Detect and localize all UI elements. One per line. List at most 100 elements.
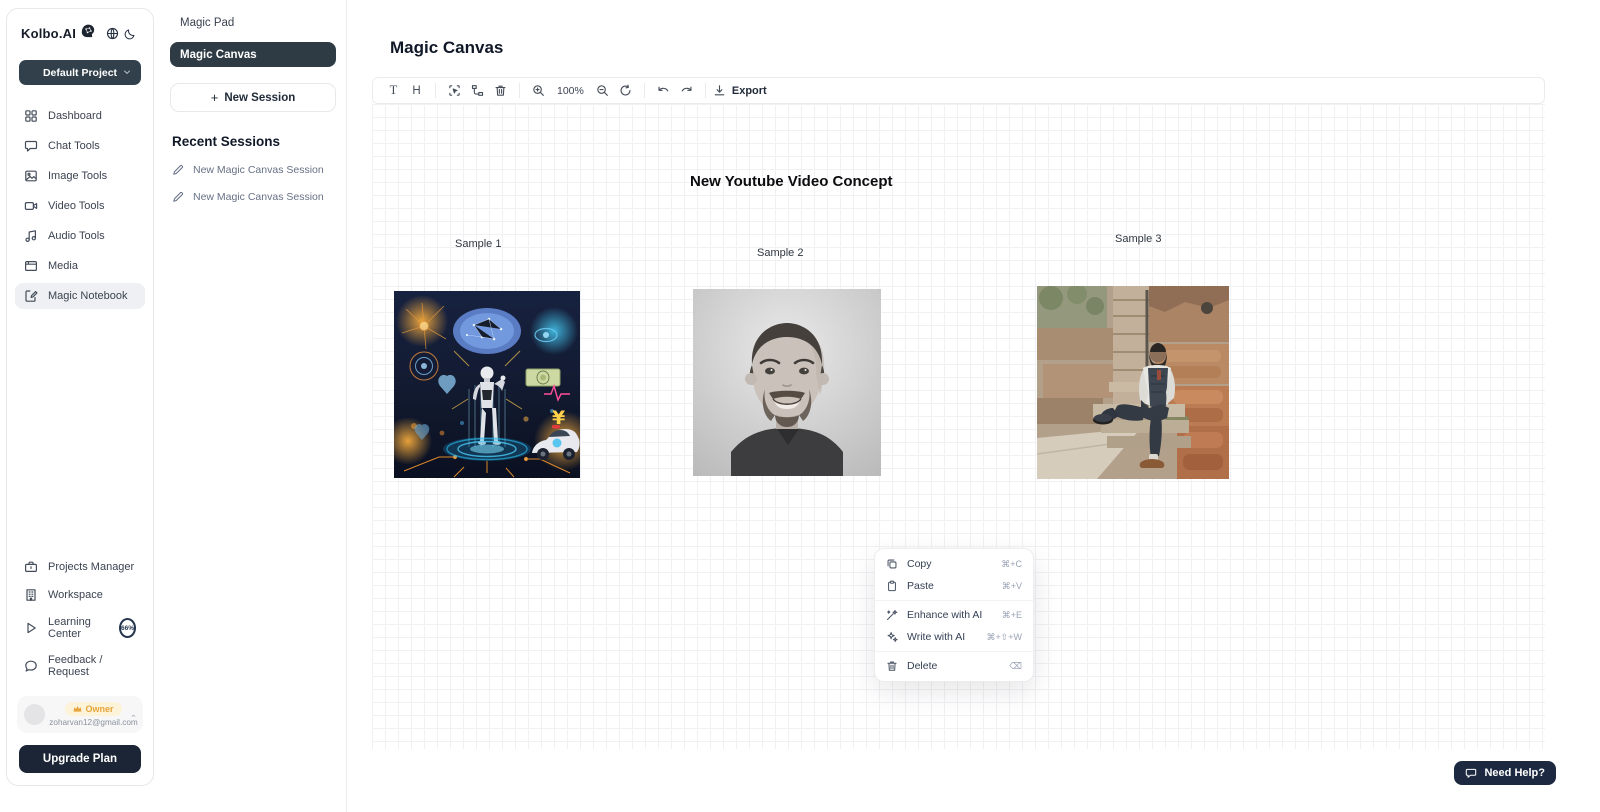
sidebar-item-video-tools[interactable]: Video Tools	[15, 193, 145, 219]
delete-tool-button[interactable]	[489, 81, 512, 100]
shortcut-hint: ⌘+V	[1002, 581, 1022, 592]
moon-icon[interactable]	[121, 25, 139, 43]
toolbar-divider	[519, 83, 520, 98]
export-button[interactable]: Export	[713, 84, 767, 97]
sidebar-item-label: Magic Notebook	[48, 290, 128, 302]
session-list-item[interactable]: New Magic Canvas Session	[172, 164, 334, 176]
app-logo: Kolbo.AI	[21, 26, 76, 41]
sidebar-item-projects-manager[interactable]: Projects Manager	[15, 554, 145, 580]
shortcut-hint: ⌘+E	[1002, 610, 1022, 621]
sidebar: Kolbo.AI Default Project Dashboard	[6, 8, 154, 786]
heading-tool-button[interactable]: H	[405, 81, 428, 100]
avatar	[24, 704, 45, 725]
toolbar-divider	[644, 83, 645, 98]
export-download-icon	[713, 84, 726, 97]
new-session-label: New Session	[224, 92, 295, 104]
sidebar-item-dashboard[interactable]: Dashboard	[15, 103, 145, 129]
chevron-down-icon	[122, 67, 132, 80]
sidebar-item-magic-notebook[interactable]: Magic Notebook	[15, 283, 145, 309]
sidebar-item-label: Video Tools	[48, 200, 104, 212]
sidebar-item-image-tools[interactable]: Image Tools	[15, 163, 145, 189]
zoom-in-button[interactable]	[527, 81, 550, 100]
context-menu-copy[interactable]: Copy ⌘+C	[875, 553, 1033, 575]
context-menu-label: Write with AI	[907, 631, 965, 643]
brain-icon	[80, 23, 96, 44]
context-menu-divider	[875, 600, 1033, 601]
magic-wand-icon	[886, 609, 898, 621]
sidebar-item-label: Audio Tools	[48, 230, 105, 242]
context-menu-paste[interactable]: Paste ⌘+V	[875, 575, 1033, 597]
need-help-button[interactable]: Need Help?	[1454, 761, 1556, 785]
context-menu-enhance-with-ai[interactable]: Enhance with AI ⌘+E	[875, 604, 1033, 626]
briefcase-icon	[24, 560, 38, 574]
play-icon	[24, 621, 38, 635]
sidebar-item-chat-tools[interactable]: Chat Tools	[15, 133, 145, 159]
dashboard-icon	[24, 109, 38, 123]
need-help-label: Need Help?	[1484, 767, 1545, 779]
canvas-surface[interactable]: New Youtube Video Concept Sample 1 Sampl…	[372, 104, 1545, 749]
learning-progress-badge: 66%	[119, 618, 136, 638]
connector-tool-button[interactable]	[466, 81, 489, 100]
heading-tool-glyph: H	[412, 85, 420, 97]
chat-bubble-icon	[24, 139, 38, 153]
upgrade-plan-button[interactable]: Upgrade Plan	[19, 745, 141, 773]
context-menu-delete[interactable]: Delete ⌫	[875, 655, 1033, 677]
sidebar-item-label: Feedback / Request	[48, 654, 136, 678]
sidebar-item-label: Projects Manager	[48, 561, 134, 573]
sidebar-item-label: Workspace	[48, 589, 103, 601]
building-icon	[24, 588, 38, 602]
globe-icon[interactable]	[103, 25, 121, 43]
sidebar-item-media[interactable]: Media	[15, 253, 145, 279]
shortcut-hint: ⌘+C	[1001, 559, 1022, 570]
reset-view-button[interactable]	[614, 81, 637, 100]
pencil-icon	[172, 191, 184, 203]
image-icon	[24, 169, 38, 183]
sparkles-icon	[886, 631, 898, 643]
sidebar-item-feedback[interactable]: Feedback / Request	[15, 648, 145, 684]
sidebar-item-label: Image Tools	[48, 170, 107, 182]
sessions-panel: Magic Pad Magic Canvas + New Session Rec…	[160, 0, 347, 812]
sidebar-item-audio-tools[interactable]: Audio Tools	[15, 223, 145, 249]
session-list-item[interactable]: New Magic Canvas Session	[172, 191, 334, 203]
sidebar-item-learning-center[interactable]: Learning Center 66%	[15, 610, 145, 646]
export-label: Export	[732, 85, 767, 97]
text-tool-button[interactable]: T	[382, 81, 405, 100]
zoom-level: 100%	[557, 85, 584, 97]
sidebar-item-label: Learning Center	[48, 616, 107, 640]
redo-button[interactable]	[675, 81, 698, 100]
zoom-out-button[interactable]	[591, 81, 614, 100]
owner-badge-label: Owner	[85, 704, 113, 714]
undo-icon	[657, 84, 670, 97]
sample-3-label[interactable]: Sample 3	[1115, 233, 1161, 245]
sample-3-image[interactable]	[1037, 286, 1229, 479]
owner-badge: Owner	[65, 702, 121, 716]
sample-2-label[interactable]: Sample 2	[757, 247, 803, 259]
context-menu-write-with-ai[interactable]: Write with AI ⌘+⇧+W	[875, 626, 1033, 648]
user-profile-card[interactable]: Owner zoharvan12@gmail.com	[17, 696, 143, 733]
plus-icon: +	[211, 90, 219, 105]
page-title: Magic Canvas	[390, 38, 503, 58]
zoom-in-icon	[532, 84, 545, 97]
new-session-button[interactable]: + New Session	[170, 83, 336, 112]
text-tool-glyph: T	[390, 83, 398, 98]
session-item-label: New Magic Canvas Session	[193, 164, 324, 176]
trash-icon	[494, 84, 507, 97]
project-selector-label: Default Project	[43, 67, 117, 79]
project-selector[interactable]: Default Project	[19, 60, 141, 85]
chevron-icon	[130, 706, 137, 724]
select-tool-button[interactable]	[443, 81, 466, 100]
shortcut-hint: ⌫	[1009, 661, 1022, 672]
rotate-reset-icon	[619, 84, 632, 97]
sidebar-item-workspace[interactable]: Workspace	[15, 582, 145, 608]
undo-button[interactable]	[652, 81, 675, 100]
tab-magic-canvas[interactable]: Magic Canvas	[170, 42, 336, 67]
sample-1-image[interactable]: ¥	[394, 291, 580, 478]
sidebar-bottom-nav: Projects Manager Workspace Learning Cent…	[15, 554, 145, 773]
context-menu-label: Copy	[907, 558, 932, 570]
canvas-heading-text[interactable]: New Youtube Video Concept	[690, 173, 893, 190]
redo-icon	[680, 84, 693, 97]
sample-1-label[interactable]: Sample 1	[455, 238, 501, 250]
sample-2-image[interactable]	[693, 289, 881, 476]
user-email: zoharvan12@gmail.com	[49, 718, 137, 727]
tab-magic-pad[interactable]: Magic Pad	[172, 14, 334, 32]
